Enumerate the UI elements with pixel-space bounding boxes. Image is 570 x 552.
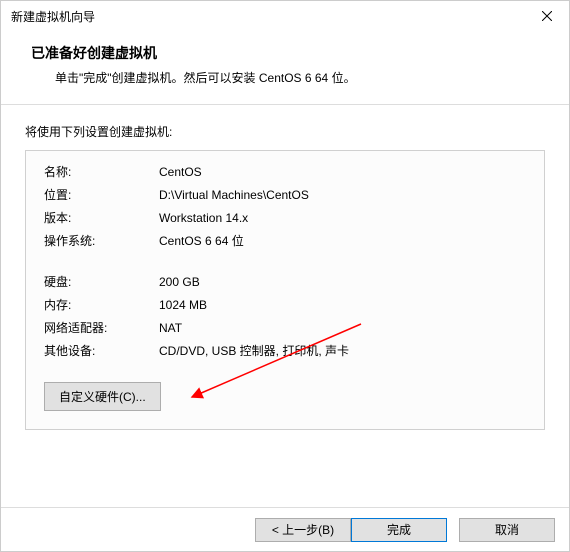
- cancel-button[interactable]: 取消: [459, 518, 555, 542]
- wizard-footer: < 上一步(B) 完成 取消: [1, 507, 569, 551]
- prop-value: 1024 MB: [159, 296, 526, 315]
- prop-row-version: 版本: Workstation 14.x: [44, 209, 526, 228]
- prop-label: 网络适配器:: [44, 319, 159, 338]
- prop-label: 内存:: [44, 296, 159, 315]
- prop-row-network: 网络适配器: NAT: [44, 319, 526, 338]
- prop-label: 硬盘:: [44, 273, 159, 292]
- prop-value: CD/DVD, USB 控制器, 打印机, 声卡: [159, 342, 526, 361]
- titlebar: 新建虚拟机向导: [1, 1, 569, 31]
- wizard-header: 已准备好创建虚拟机 单击"完成"创建虚拟机。然后可以安装 CentOS 6 64…: [1, 31, 569, 104]
- prop-label: 位置:: [44, 186, 159, 205]
- prop-value: CentOS: [159, 163, 526, 182]
- page-title: 已准备好创建虚拟机: [31, 43, 539, 63]
- prop-label: 版本:: [44, 209, 159, 228]
- page-description: 单击"完成"创建虚拟机。然后可以安装 CentOS 6 64 位。: [31, 69, 539, 86]
- customize-hardware-button[interactable]: 自定义硬件(C)...: [44, 382, 161, 411]
- prop-value: CentOS 6 64 位: [159, 232, 526, 251]
- prop-value: Workstation 14.x: [159, 209, 526, 228]
- close-button[interactable]: [524, 1, 569, 31]
- back-button[interactable]: < 上一步(B): [255, 518, 351, 542]
- prop-row-disk: 硬盘: 200 GB: [44, 273, 526, 292]
- prop-row-os: 操作系统: CentOS 6 64 位: [44, 232, 526, 251]
- settings-summary-box: 名称: CentOS 位置: D:\Virtual Machines\CentO…: [25, 150, 545, 430]
- prop-value: NAT: [159, 319, 526, 338]
- prop-row-memory: 内存: 1024 MB: [44, 296, 526, 315]
- prop-label: 操作系统:: [44, 232, 159, 251]
- content-area: 将使用下列设置创建虚拟机: 名称: CentOS 位置: D:\Virtual …: [1, 105, 569, 430]
- prop-value: 200 GB: [159, 273, 526, 292]
- prop-label: 其他设备:: [44, 342, 159, 361]
- prop-label: 名称:: [44, 163, 159, 182]
- prop-row-location: 位置: D:\Virtual Machines\CentOS: [44, 186, 526, 205]
- close-icon: [542, 11, 552, 21]
- finish-button[interactable]: 完成: [351, 518, 447, 542]
- prop-row-other: 其他设备: CD/DVD, USB 控制器, 打印机, 声卡: [44, 342, 526, 361]
- prop-value: D:\Virtual Machines\CentOS: [159, 186, 526, 205]
- window-title: 新建虚拟机向导: [11, 8, 95, 25]
- settings-label: 将使用下列设置创建虚拟机:: [25, 123, 545, 140]
- prop-row-name: 名称: CentOS: [44, 163, 526, 182]
